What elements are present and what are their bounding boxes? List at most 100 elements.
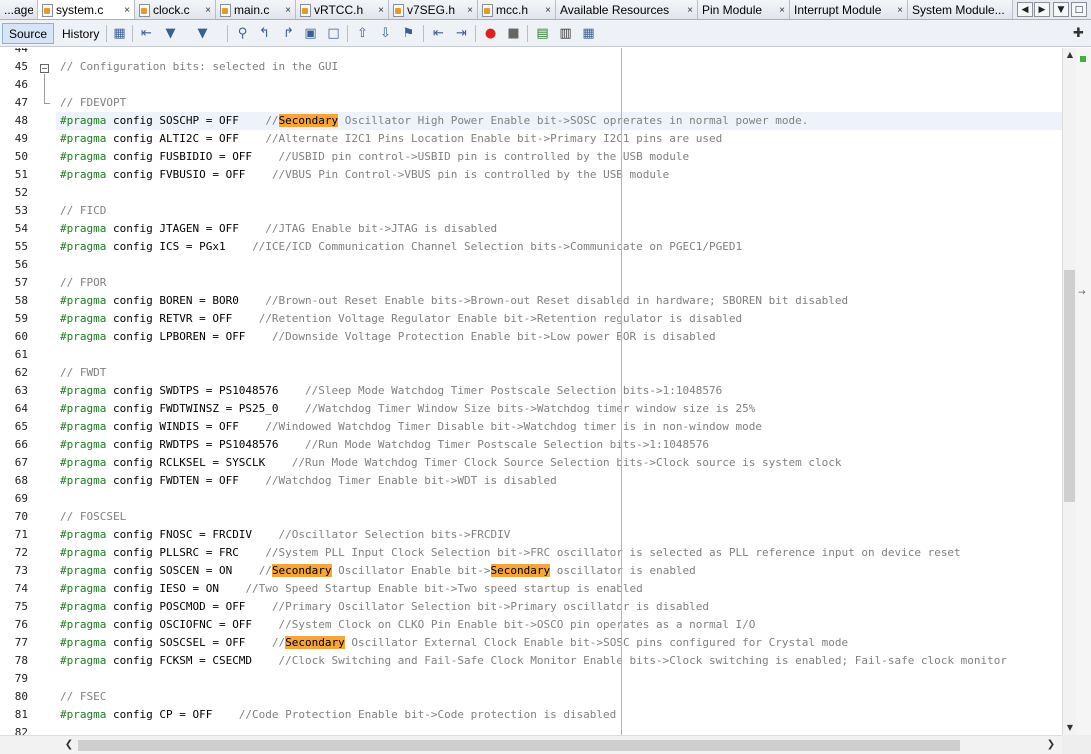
tab-list-icon[interactable]: ▼ — [1053, 2, 1069, 17]
previous-bookmark-icon[interactable]: ⇧ — [354, 25, 371, 42]
code-line[interactable]: #pragma config RWDTPS = PS1048576 //Run … — [60, 436, 709, 454]
maximize-window-icon[interactable]: □ — [1071, 2, 1087, 17]
line-number: 56 — [14, 258, 28, 271]
code-line[interactable]: #pragma config RCLKSEL = SYSCLK //Run Mo… — [60, 454, 841, 472]
code-line[interactable]: #pragma config ICS = PGx1 //ICE/ICD Comm… — [60, 238, 742, 256]
code-comment: //Code Protection Enable bit->Code prote… — [238, 708, 617, 721]
editor-tab[interactable]: system.c × — [38, 0, 135, 19]
code-line[interactable]: #pragma config FWDTEN = OFF //Watchdog T… — [60, 472, 557, 490]
code-line[interactable]: #pragma config BOREN = BOR0 //Brown-out … — [60, 292, 848, 310]
code-line[interactable]: #pragma config SOSCHP = OFF //Secondary … — [60, 112, 808, 130]
code-line[interactable]: // FSEC — [60, 688, 106, 706]
close-tab-icon[interactable]: × — [779, 5, 785, 16]
code-line[interactable]: #pragma config FCKSM = CSECMD //Clock Sw… — [60, 652, 1007, 670]
code-line[interactable]: #pragma config FWDTWINSZ = PS25_0 //Watc… — [60, 400, 755, 418]
code-line[interactable]: #pragma config RETVR = OFF //Retention V… — [60, 310, 742, 328]
code-line[interactable]: // FWDT — [60, 364, 106, 382]
code-line[interactable]: // FOSCSEL — [60, 508, 126, 526]
code-line[interactable]: // FPOR — [60, 274, 106, 292]
code-line[interactable]: // FDEVOPT — [60, 94, 126, 112]
code-line[interactable]: #pragma config FVBUSIO = OFF //VBUS Pin … — [60, 166, 669, 184]
editor-tab[interactable]: clock.c × — [135, 0, 216, 19]
close-tab-icon[interactable]: × — [545, 5, 551, 16]
scroll-up-icon[interactable]: ▲ — [1063, 48, 1077, 62]
code-line[interactable]: #pragma config SWDTPS = PS1048576 //Slee… — [60, 382, 722, 400]
toolbar-separator — [347, 25, 348, 42]
horizontal-scroll-thumb[interactable] — [78, 740, 960, 751]
close-tab-icon[interactable]: × — [285, 5, 291, 16]
line-number: 81 — [14, 708, 28, 721]
editor-tab[interactable]: Pin Module × — [698, 0, 790, 19]
code-line[interactable]: #pragma config IESO = ON //Two Speed Sta… — [60, 580, 643, 598]
diff-icon[interactable]: ▦ — [580, 25, 597, 42]
code-line[interactable]: #pragma config FNOSC = FRCDIV //Oscillat… — [60, 526, 510, 544]
error-stripe[interactable]: → — [1076, 48, 1091, 735]
vertical-scroll-thumb[interactable] — [1064, 270, 1075, 502]
find-previous-icon[interactable]: ↰ — [256, 25, 273, 42]
preprocessor-keyword: #pragma — [60, 222, 107, 235]
code-line[interactable]: #pragma config LPBOREN = OFF //Downside … — [60, 328, 716, 346]
code-line[interactable]: // FICD — [60, 202, 106, 220]
stop-macro-icon[interactable]: ■ — [505, 25, 522, 42]
close-tab-icon[interactable]: × — [205, 5, 211, 16]
editor-tab[interactable]: v7SEG.h × — [389, 0, 478, 19]
tab-scroll-right-icon[interactable]: ▶ — [1034, 2, 1050, 17]
forward-icon[interactable]: ▼ — [162, 25, 179, 42]
code-line[interactable]: #pragma config SOSCEN = ON //Secondary O… — [60, 562, 696, 580]
horizontal-scrollbar[interactable]: ❮ ❯ — [0, 735, 1062, 754]
close-tab-icon[interactable]: × — [897, 5, 903, 16]
line-number: 51 — [14, 168, 28, 181]
uncomment-icon[interactable]: ▥ — [557, 25, 574, 42]
vertical-scrollbar[interactable]: ▲ ▼ — [1062, 48, 1076, 735]
toggle-rectangular-icon[interactable]: □ — [325, 25, 342, 42]
toggle-bookmark-icon[interactable]: ⚑ — [400, 25, 417, 42]
line-number: 58 — [14, 294, 28, 307]
code-line[interactable]: #pragma config POSCMOD = OFF //Primary O… — [60, 598, 709, 616]
code-editor[interactable]: 44 45 46 47 48 49 50 51 52 53 54 55 56 57 58 59 60 61 62 63… — [0, 48, 1062, 735]
code-line[interactable]: #pragma config CP = OFF //Code Protectio… — [60, 706, 616, 724]
scroll-down-icon[interactable]: ▼ — [1063, 721, 1077, 735]
split-editor-icon[interactable]: ✚ — [1070, 25, 1087, 42]
editor-tab[interactable]: main.c × — [216, 0, 296, 19]
code-line[interactable]: #pragma config FUSBIDIO = OFF //USBID pi… — [60, 148, 689, 166]
source-view-button[interactable]: Source — [2, 23, 55, 44]
code-line[interactable]: #pragma config SOSCSEL = OFF //Secondary… — [60, 634, 848, 652]
find-icon[interactable]: ⚲ — [234, 25, 251, 42]
toggle-highlight-icon[interactable]: ▣ — [302, 25, 319, 42]
line-number: 68 — [14, 474, 28, 487]
editor-tab[interactable]: Available Resources × — [556, 0, 698, 19]
editor-tab[interactable]: vRTCC.h × — [296, 0, 389, 19]
close-tab-icon[interactable]: × — [124, 5, 130, 16]
editor-tab[interactable]: ...age — [0, 0, 38, 19]
scroll-left-icon[interactable]: ❮ — [62, 738, 76, 752]
toolbar-separator — [475, 25, 476, 42]
close-tab-icon[interactable]: × — [467, 5, 473, 16]
forward-nav-icon[interactable]: ▼ — [194, 25, 211, 42]
find-next-icon[interactable]: ↱ — [280, 25, 297, 42]
toolbar-separator — [132, 25, 133, 42]
code-comment: //Secondary Oscillator External Clock En… — [271, 636, 849, 649]
comment-icon[interactable]: ▤ — [534, 25, 551, 42]
scroll-right-icon[interactable]: ❯ — [1044, 738, 1058, 752]
start-macro-icon[interactable]: ● — [482, 25, 499, 42]
next-bookmark-icon[interactable]: ⇩ — [377, 25, 394, 42]
shift-right-icon[interactable]: ⇥ — [453, 25, 470, 42]
editor-tab[interactable]: mcc.h × — [478, 0, 556, 19]
editor-tab[interactable]: Interrupt Module × — [790, 0, 908, 19]
back-icon[interactable]: ⇤ — [138, 25, 155, 42]
code-line[interactable]: // Configuration bits: selected in the G… — [60, 58, 338, 76]
close-tab-icon[interactable]: × — [687, 5, 693, 16]
code-line[interactable]: #pragma config WINDIS = OFF //Windowed W… — [60, 418, 762, 436]
code-line[interactable]: #pragma config OSCIOFNC = OFF //System C… — [60, 616, 755, 634]
fold-collapse-icon[interactable]: − — [40, 64, 49, 73]
shift-left-icon[interactable]: ⇤ — [430, 25, 447, 42]
close-tab-icon[interactable]: × — [378, 5, 384, 16]
preprocessor-keyword: #pragma — [60, 168, 107, 181]
code-line[interactable]: #pragma config ALTI2C = OFF //Alternate … — [60, 130, 722, 148]
tab-scroll-left-icon[interactable]: ◀ — [1017, 2, 1033, 17]
code-line[interactable]: #pragma config JTAGEN = OFF //JTAG Enabl… — [60, 220, 497, 238]
editor-tab[interactable]: System Module... — [908, 0, 1013, 19]
last-edit-icon[interactable]: ▦ — [111, 25, 128, 42]
history-view-button[interactable]: History — [56, 23, 105, 44]
code-line[interactable]: #pragma config PLLSRC = FRC //System PLL… — [60, 544, 961, 562]
